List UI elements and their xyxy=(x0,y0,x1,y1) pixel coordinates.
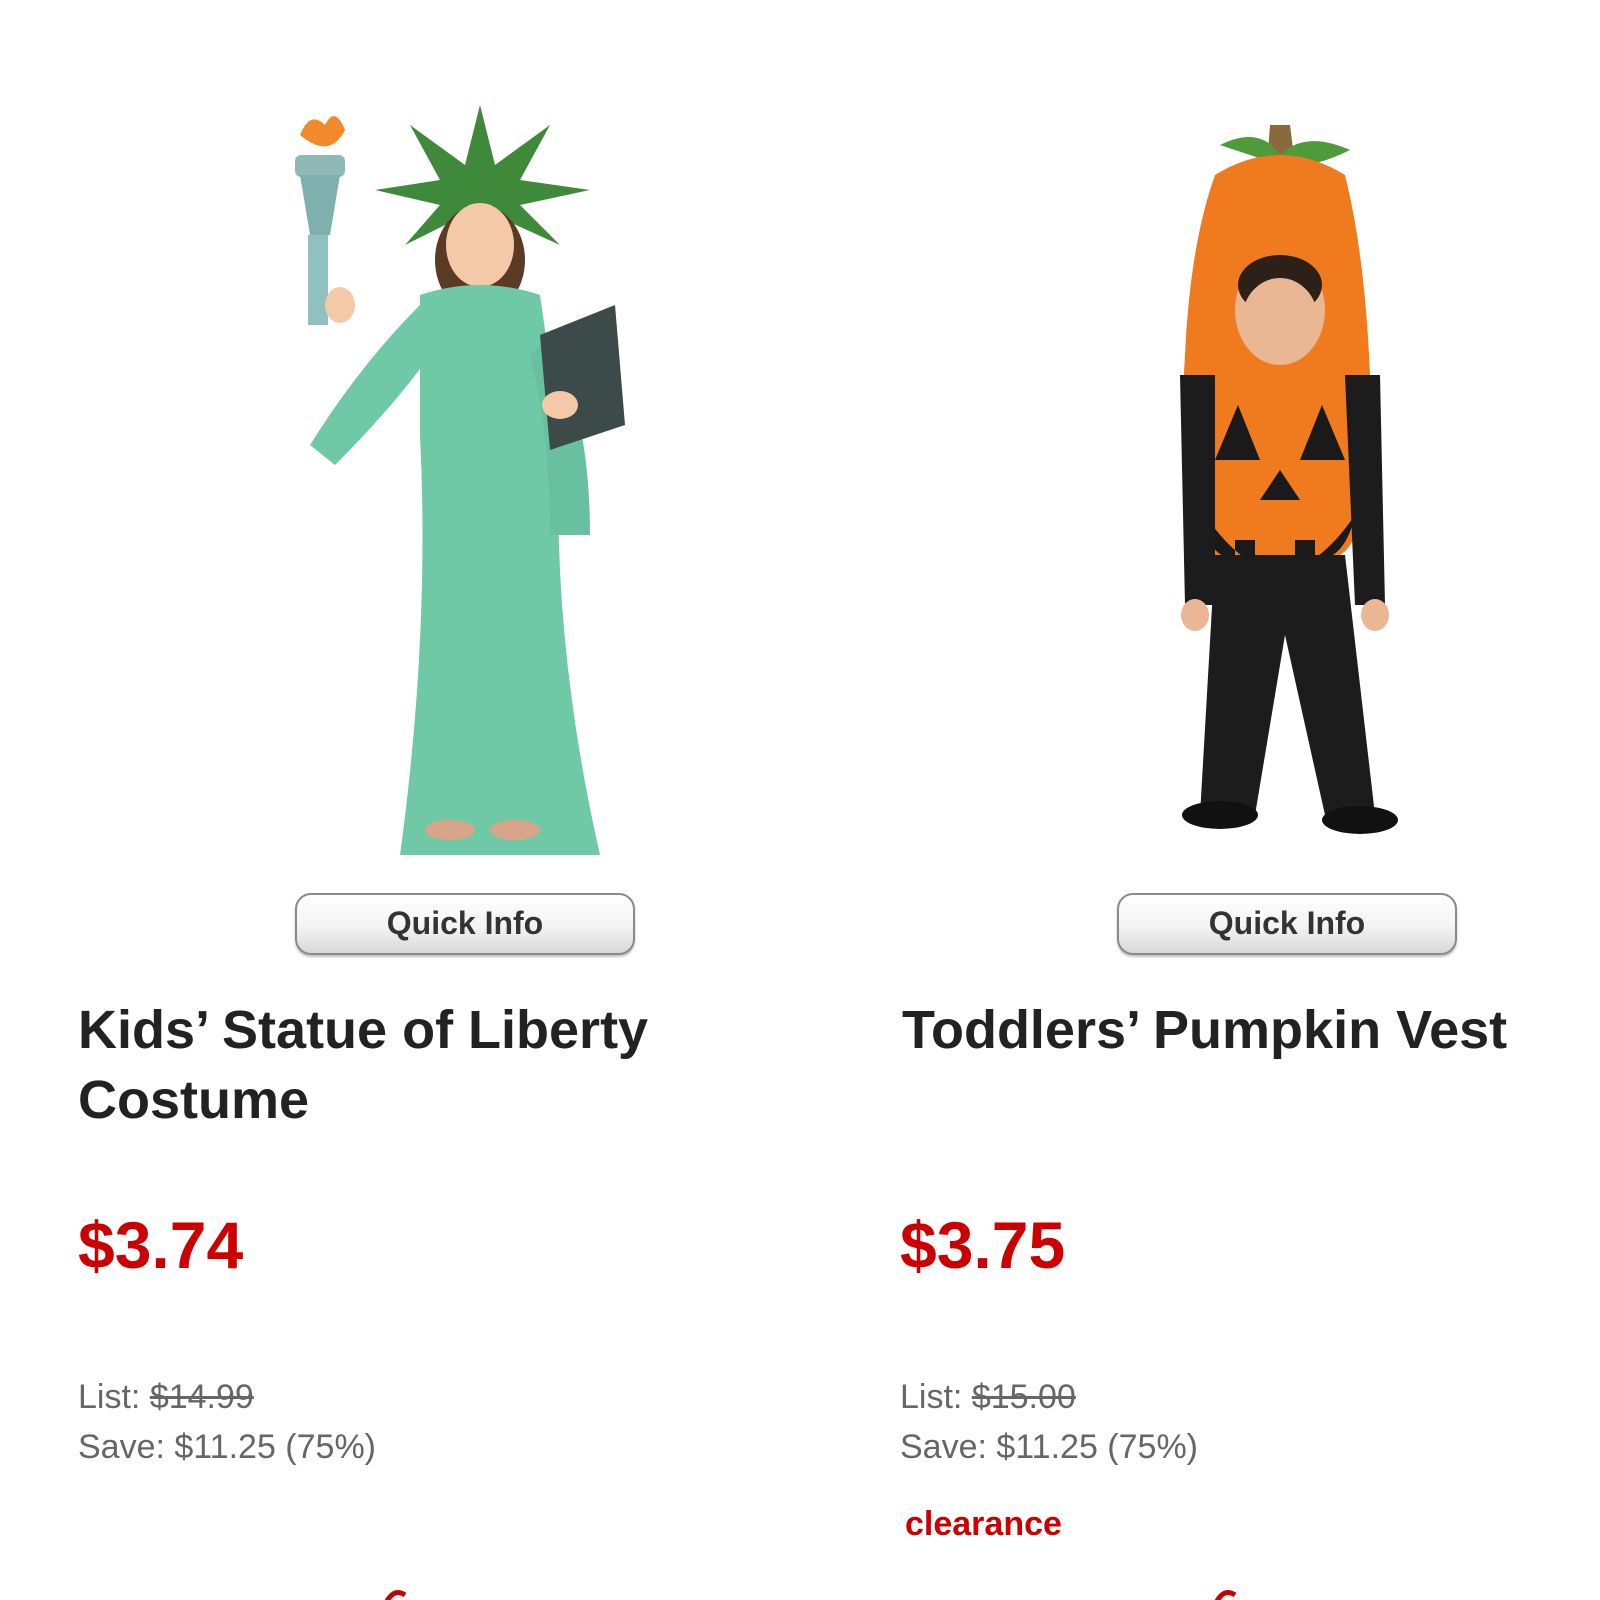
quick-info-button[interactable]: Quick Info xyxy=(1117,893,1457,955)
quick-info-button[interactable]: Quick Info xyxy=(295,893,635,955)
price-details: List: $14.99 Save: $11.25 (75%) xyxy=(78,1372,376,1472)
save-amount: Save: $11.25 (75%) xyxy=(78,1428,376,1466)
statue-of-liberty-costume-image[interactable] xyxy=(270,95,650,855)
list-price: $14.99 xyxy=(149,1378,254,1416)
pumpkin-vest-costume-image[interactable] xyxy=(1120,115,1420,835)
list-price-line: List: $15.00 xyxy=(900,1372,1198,1422)
product-title[interactable]: Kids’ Statue of Liberty Costume xyxy=(78,995,778,1135)
sale-price: $3.74 xyxy=(78,1208,244,1282)
product-card-statue-of-liberty: Quick Info Kids’ Statue of Liberty Costu… xyxy=(0,0,800,1600)
sale-price: $3.75 xyxy=(900,1208,1066,1282)
list-label: List: xyxy=(900,1378,963,1416)
list-label: List: xyxy=(78,1378,141,1416)
save-amount: Save: $11.25 (75%) xyxy=(900,1428,1198,1466)
product-card-pumpkin-vest: Quick Info Toddlers’ Pumpkin Vest $3.75 … xyxy=(820,0,1600,1600)
list-price-line: List: $14.99 xyxy=(78,1372,376,1422)
list-price: $15.00 xyxy=(971,1378,1076,1416)
product-title[interactable]: Toddlers’ Pumpkin Vest xyxy=(902,995,1600,1065)
partial-red-icon xyxy=(384,1590,407,1600)
partial-red-icon xyxy=(1214,1590,1237,1600)
price-details: List: $15.00 Save: $11.25 (75%) xyxy=(900,1372,1198,1472)
book-icon xyxy=(540,305,625,450)
clearance-badge: clearance xyxy=(905,1505,1062,1543)
